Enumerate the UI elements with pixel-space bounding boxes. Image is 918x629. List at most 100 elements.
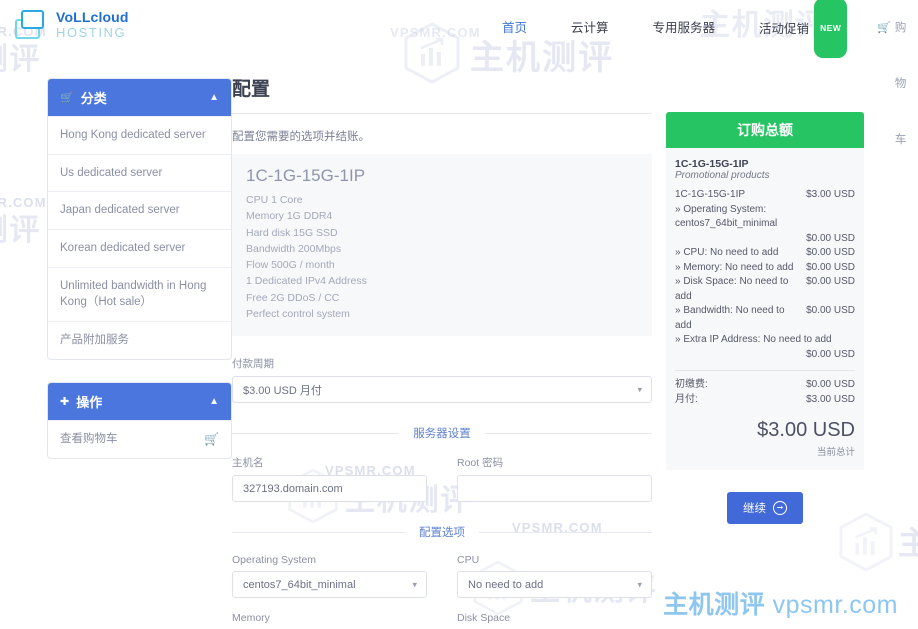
- sidebar-categories-header[interactable]: 🛒 分类 ▲: [48, 79, 231, 116]
- product-spec-item: Free 2G DDoS / CC: [246, 291, 340, 304]
- hostname-label: 主机名: [232, 457, 264, 470]
- page-title: 配置: [232, 79, 271, 100]
- product-spec-item: Flow 500G / month: [246, 259, 335, 272]
- config-options-grid: Operating System centos7_64bit_minimal ▾…: [232, 554, 652, 629]
- sidebar-item-unlimited-bandwidth-hong-kong[interactable]: Unlimited bandwidth in Hong Kong（Hot sal…: [48, 266, 231, 321]
- logo-name: VoLLcloud: [56, 9, 129, 25]
- product-spec-item: CPU 1 Core: [246, 194, 303, 206]
- continue-button[interactable]: 继续 ➞: [727, 492, 803, 524]
- sidebar-categories-title: 分类: [80, 91, 107, 106]
- cpu-select[interactable]: No need to add ▾: [457, 571, 652, 599]
- sidebar-item-japan-dedicated-server[interactable]: Japan dedicated server: [48, 191, 231, 229]
- order-total-amount: $0.00 USD: [806, 379, 855, 390]
- order-total-label: 月付:: [675, 393, 698, 405]
- disk-space-field: Disk Space No need to add ▾: [457, 612, 652, 629]
- sidebar-item-label: Hong Kong dedicated server: [60, 129, 206, 141]
- sidebar-item-us-dedicated-server[interactable]: Us dedicated server: [48, 153, 231, 192]
- chevron-up-icon[interactable]: ▲: [209, 92, 219, 103]
- configure-lead-text: 配置您需要的选项并结账。: [232, 131, 370, 143]
- sidebar: 🛒 分类 ▲ Hong Kong dedicated server Us ded…: [0, 56, 232, 629]
- disk-space-label: Disk Space: [457, 612, 511, 625]
- order-summary-divider: [675, 370, 855, 371]
- nav-item-cloud-computing[interactable]: 云计算: [549, 0, 631, 56]
- billing-cycle-select[interactable]: $3.00 USD 月付 ▾: [232, 376, 652, 404]
- sidebar-actions-panel: ✚ 操作 ▲ 查看购物车 🛒: [47, 381, 232, 460]
- cpu-value: No need to add: [468, 578, 544, 591]
- new-badge: NEW: [814, 0, 848, 58]
- sidebar-item-korean-dedicated-server[interactable]: Korean dedicated server: [48, 229, 231, 267]
- sidebar-categories-panel: 🛒 分类 ▲ Hong Kong dedicated server Us ded…: [47, 78, 232, 360]
- hostname-value: 327193.domain.com: [243, 482, 343, 495]
- order-line-amount: $0.00 USD: [806, 261, 855, 273]
- order-total-monthly: 月付: $3.00 USD: [675, 393, 855, 408]
- order-line-label: » Extra IP Address: No need to add: [675, 334, 832, 345]
- order-line-label: 1C-1G-15G-1IP: [675, 189, 746, 200]
- operating-system-value: centos7_64bit_minimal: [243, 578, 356, 591]
- order-total-amount: $3.00 USD: [806, 393, 855, 405]
- product-spec-item: Hard disk 15G SSD: [246, 226, 338, 239]
- logo-text: VoLLcloud HOSTING: [56, 9, 129, 39]
- page-content: 🛒 分类 ▲ Hong Kong dedicated server Us ded…: [0, 56, 918, 629]
- chevron-up-icon[interactable]: ▲: [209, 396, 219, 407]
- sidebar-item-label: Korean dedicated server: [60, 242, 186, 255]
- operating-system-field: Operating System centos7_64bit_minimal ▾: [232, 554, 427, 599]
- header-cart-link[interactable]: 🛒 查看购物车: [869, 0, 918, 168]
- order-line-amount: $3.00 USD: [806, 189, 855, 200]
- nav-item-label: 专用服务器: [652, 21, 716, 35]
- config-options-divider: 配置选项: [232, 524, 652, 540]
- order-line-amount: $0.00 USD: [806, 247, 855, 258]
- order-line-amount: $0.00 USD: [806, 232, 855, 244]
- site-header: VoLLcloud HOSTING 首页 云计算 专用服务器 活动促销 NEW 🛒…: [0, 0, 918, 146]
- order-line-cpu: » CPU: No need to add $0.00 USD: [675, 246, 855, 261]
- sidebar-item-product-addon-services[interactable]: 产品附加服务: [48, 321, 231, 359]
- order-total-setup-fee: 初缴费: $0.00 USD: [675, 378, 855, 393]
- sidebar-item-label: Unlimited bandwidth in Hong Kong（Hot sal…: [60, 279, 207, 309]
- chevron-down-icon: ▾: [637, 384, 642, 395]
- product-name: 1C-1G-15G-1IP: [246, 166, 366, 185]
- order-line-label: » Operating System: centos7_64bit_minima…: [675, 203, 778, 230]
- order-line-memory: » Memory: No need to add $0.00 USD: [675, 261, 855, 276]
- header-cart-label: 查看购物车: [894, 22, 907, 146]
- server-settings-grid: 主机名 327193.domain.com Root 密码: [232, 455, 652, 503]
- billing-cycle-field: 付款周期 $3.00 USD 月付 ▾: [232, 356, 652, 404]
- order-line-label: » CPU: No need to add: [675, 247, 779, 258]
- site-logo[interactable]: VoLLcloud HOSTING: [14, 9, 129, 43]
- chevron-down-icon: ▾: [412, 579, 417, 590]
- sidebar-item-hong-kong-dedicated-server[interactable]: Hong Kong dedicated server: [48, 116, 231, 154]
- order-summary-panel: 订购总额 1C-1G-15G-1IP Promotional products …: [666, 56, 864, 629]
- sidebar-item-view-cart[interactable]: 查看购物车 🛒: [48, 419, 231, 458]
- sidebar-actions-header[interactable]: ✚ 操作 ▲: [48, 382, 231, 420]
- order-line-label: » Memory: No need to add: [675, 261, 794, 273]
- nav-item-promotions[interactable]: 活动促销 NEW: [737, 0, 869, 58]
- nav-item-dedicated-server[interactable]: 专用服务器: [631, 0, 738, 56]
- product-summary-box: 1C-1G-15G-1IP CPU 1 Core Memory 1G DDR4 …: [232, 154, 652, 337]
- shopping-cart-icon: 🛒: [877, 22, 891, 34]
- root-password-input[interactable]: [457, 475, 652, 503]
- order-line-amount: $0.00 USD: [806, 348, 855, 360]
- continue-button-wrap: 继续 ➞: [666, 492, 864, 524]
- server-settings-divider: 服务器设置: [232, 425, 652, 441]
- operating-system-select[interactable]: centos7_64bit_minimal ▾: [232, 571, 427, 599]
- sidebar-item-label: Us dedicated server: [60, 166, 163, 179]
- sidebar-item-label: 产品附加服务: [60, 334, 129, 347]
- squares-logo-icon: [14, 9, 50, 43]
- cpu-field: CPU No need to add ▾: [457, 554, 652, 599]
- product-spec-item: Perfect control system: [246, 307, 350, 320]
- order-line-amount: $0.00 USD: [806, 276, 855, 287]
- sidebar-actions-title: 操作: [76, 394, 103, 410]
- order-line-bandwidth: » Bandwidth: No need to add $0.00 USD: [675, 304, 855, 333]
- order-line-extra-ip: » Extra IP Address: No need to add $0.00…: [675, 333, 855, 362]
- product-spec-list: CPU 1 Core Memory 1G DDR4 Hard disk 15G …: [246, 192, 638, 322]
- order-total-label: 初缴费:: [675, 379, 708, 390]
- billing-cycle-value: $3.00 USD 月付: [243, 384, 322, 397]
- nav-item-label: 首页: [502, 21, 528, 35]
- order-line-disk-space: » Disk Space: No need to add $0.00 USD: [675, 275, 855, 304]
- operating-system-label: Operating System: [232, 554, 317, 567]
- order-line-amount: $0.00 USD: [806, 305, 855, 316]
- nav-item-home[interactable]: 首页: [480, 0, 549, 56]
- server-settings-title: 服务器设置: [413, 428, 471, 441]
- memory-field: Memory No need to add ▾: [232, 612, 427, 629]
- billing-cycle-label: 付款周期: [232, 358, 274, 371]
- title-divider: [232, 113, 652, 114]
- hostname-input[interactable]: 327193.domain.com: [232, 475, 427, 503]
